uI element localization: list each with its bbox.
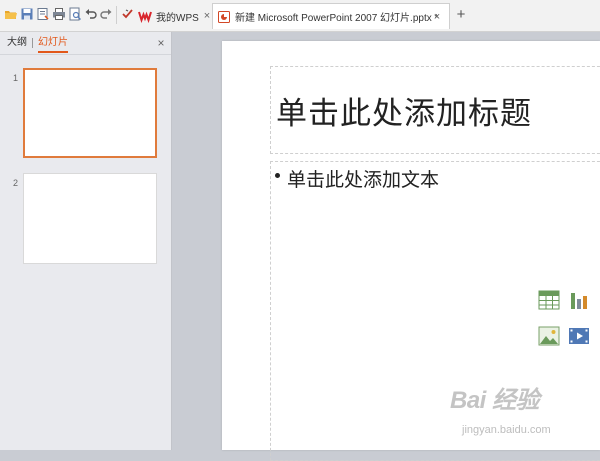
print-icon[interactable] xyxy=(52,7,66,21)
title-placeholder[interactable]: 单击此处添加标题 xyxy=(270,66,600,154)
panel-tabs: 大纲 幻灯片 × xyxy=(0,32,171,55)
save-as-icon[interactable] xyxy=(36,7,50,21)
tab-label: 新建 Microsoft PowerPoint 2007 幻灯片.pptx * xyxy=(235,13,439,24)
slide-thumbnail-2[interactable] xyxy=(23,173,157,264)
panel-tab-divider xyxy=(32,38,33,48)
redo-icon[interactable] xyxy=(99,7,113,21)
tab-my-wps[interactable]: 我的WPS × xyxy=(138,4,212,28)
bullet-point xyxy=(275,173,280,178)
title-tab-bar: 我的WPS × 新建 Microsoft PowerPoint 2007 幻灯片… xyxy=(0,0,600,32)
slide-panel: 大纲 幻灯片 × 1 2 xyxy=(0,32,172,450)
panel-close-icon[interactable]: × xyxy=(155,36,167,50)
tab-label: 我的WPS xyxy=(156,12,199,24)
body-placeholder-text: 单击此处添加文本 xyxy=(287,169,440,191)
print-preview-icon[interactable] xyxy=(68,7,82,21)
open-folder-icon[interactable] xyxy=(4,7,18,21)
insert-media-icon[interactable] xyxy=(568,325,590,347)
active-tab-indicator xyxy=(38,51,68,53)
presentation-file-icon xyxy=(217,10,231,24)
tab-outline[interactable]: 大纲 xyxy=(7,37,27,49)
slide-number: 2 xyxy=(13,178,19,188)
tab-presentation[interactable]: 新建 Microsoft PowerPoint 2007 幻灯片.pptx * … xyxy=(212,3,450,29)
new-tab-button[interactable]: + xyxy=(454,6,468,24)
toolbar-separator xyxy=(116,6,117,24)
tab-close-icon[interactable]: × xyxy=(202,10,212,22)
save-icon[interactable] xyxy=(20,7,34,21)
format-painter-icon[interactable] xyxy=(121,7,135,21)
tab-close-icon[interactable]: × xyxy=(432,11,442,23)
wps-logo-icon xyxy=(138,9,152,24)
watermark-url: jingyan.baidu.com xyxy=(462,424,551,436)
insert-table-icon[interactable] xyxy=(538,289,560,311)
title-placeholder-text: 单击此处添加标题 xyxy=(276,96,532,132)
insert-picture-icon[interactable] xyxy=(538,325,560,347)
undo-icon[interactable] xyxy=(84,7,98,21)
slide-number: 1 xyxy=(13,73,19,83)
insert-chart-icon[interactable] xyxy=(568,289,590,311)
watermark-logo: Bai 经验 xyxy=(450,387,540,414)
slide-thumbnail-1[interactable] xyxy=(23,68,157,158)
watermark: Bai 经验 jingyan.baidu.com xyxy=(450,380,600,450)
tab-slides[interactable]: 幻灯片 xyxy=(38,37,68,49)
